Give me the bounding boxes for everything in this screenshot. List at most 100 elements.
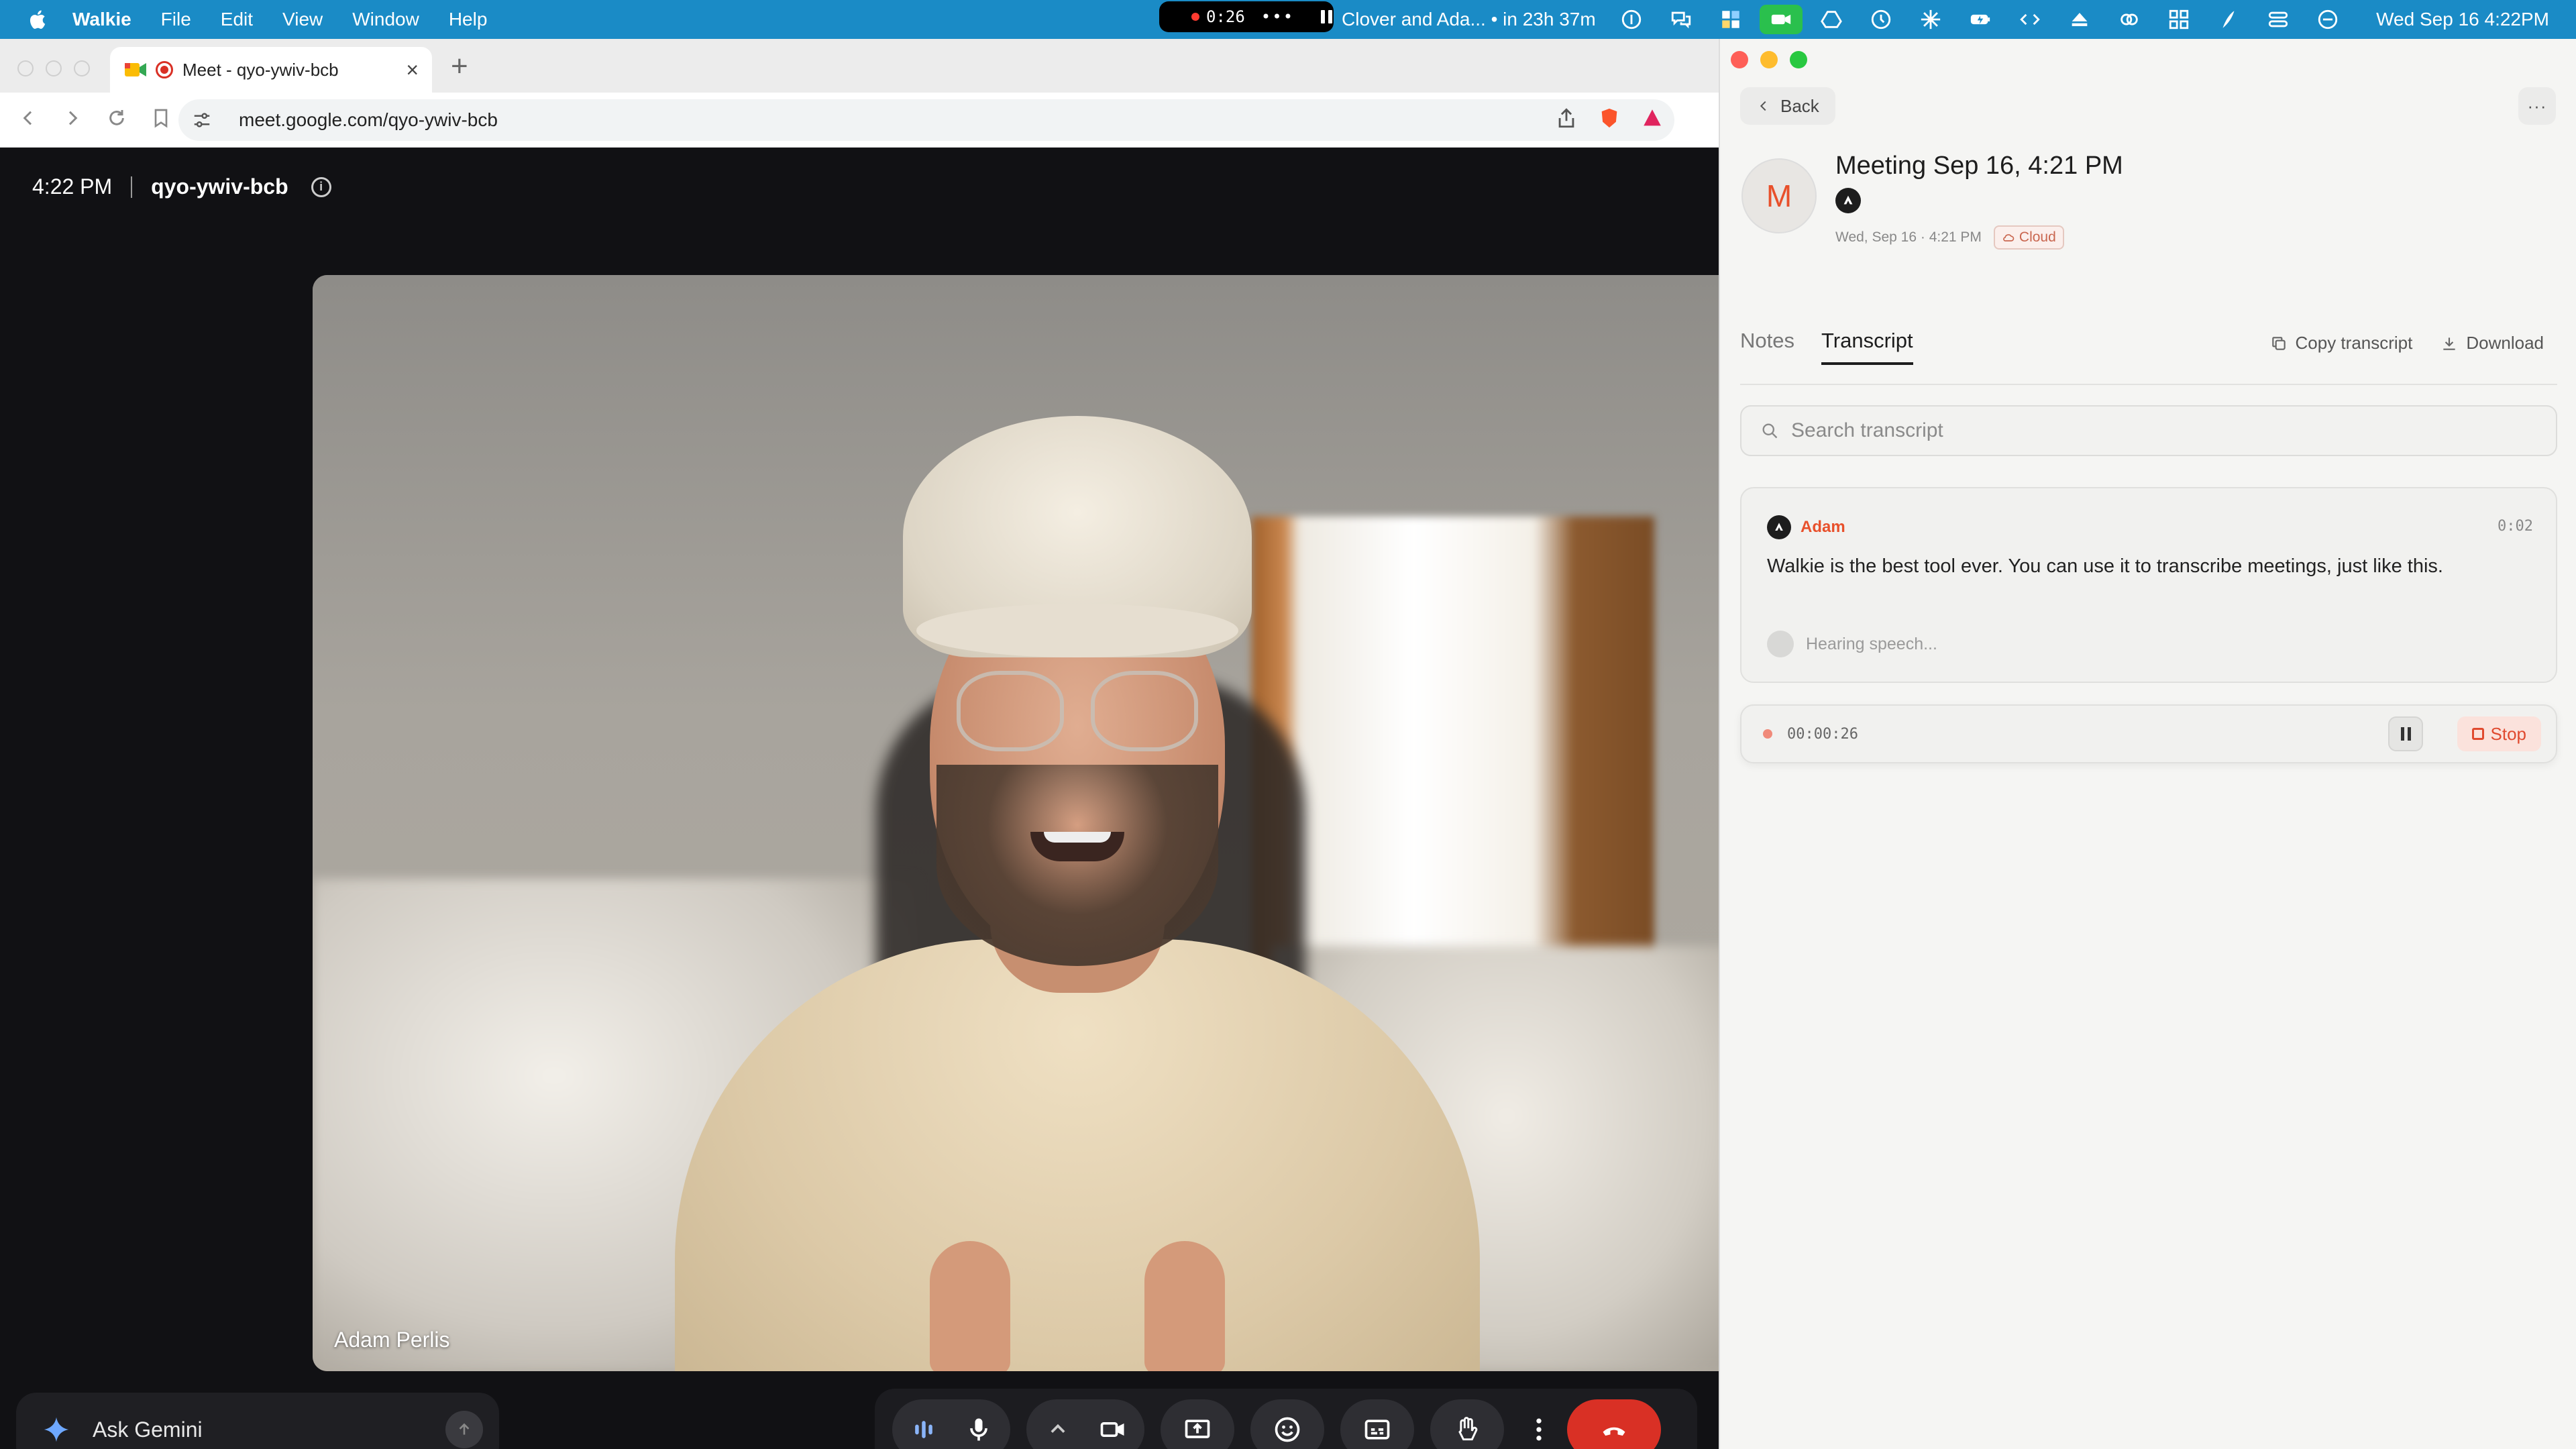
microphone-icon[interactable]	[954, 1399, 1004, 1449]
search-transcript-input[interactable]: Search transcript	[1740, 405, 2557, 456]
password-icon[interactable]	[1607, 0, 1656, 39]
hearing-status: Hearing speech...	[1767, 631, 1937, 657]
battery-icon[interactable]	[1955, 0, 2005, 39]
recording-bar: 00:00:26 Stop	[1740, 704, 2557, 763]
brave-shield-icon[interactable]	[1598, 107, 1621, 134]
ask-gemini-bar[interactable]: Ask Gemini	[16, 1393, 499, 1449]
search-placeholder: Search transcript	[1791, 419, 1943, 441]
eject-icon[interactable]	[2055, 0, 2104, 39]
browser-tab-meet[interactable]: Meet - qyo-ywiv-bcb ×	[110, 47, 432, 93]
forward-arrow-icon[interactable]	[62, 107, 83, 132]
recording-pause-icon[interactable]	[1321, 10, 1333, 23]
bookmark-icon[interactable]	[150, 107, 172, 132]
window-controls	[17, 60, 90, 76]
menu-file[interactable]: File	[161, 9, 191, 30]
recording-indicator[interactable]: 0:26 •••	[1159, 1, 1334, 32]
cloud-icon	[2002, 234, 2015, 241]
drive-icon[interactable]	[1807, 0, 1856, 39]
camera-icon[interactable]	[1088, 1399, 1138, 1449]
time-machine-icon[interactable]	[1856, 0, 1906, 39]
send-arrow-icon[interactable]	[445, 1411, 483, 1448]
site-settings-icon[interactable]	[192, 110, 212, 130]
chat-icon[interactable]	[1656, 0, 1706, 39]
app-menu[interactable]: Walkie	[72, 9, 131, 30]
entry-timestamp[interactable]: 0:02	[2498, 518, 2533, 535]
meeting-datetime: Wed, Sep 16 · 4:21 PM	[1835, 229, 1982, 245]
creative-cloud-icon[interactable]	[2104, 0, 2154, 39]
more-options-button[interactable]: ···	[2518, 87, 2556, 125]
menu-help[interactable]: Help	[449, 9, 488, 30]
pen-icon[interactable]	[2204, 0, 2253, 39]
video-controls	[1026, 1399, 1144, 1449]
header-divider	[131, 176, 133, 198]
call-controls	[875, 1389, 1697, 1449]
back-label: Back	[1780, 95, 1819, 116]
menu-edit[interactable]: Edit	[221, 9, 253, 30]
cloud-label: Cloud	[2019, 229, 2056, 245]
reload-icon[interactable]	[106, 107, 127, 132]
control-center-icon[interactable]	[2253, 0, 2303, 39]
audio-controls	[892, 1399, 1010, 1449]
panel-tabs: Notes Transcript	[1740, 329, 1913, 365]
tab-close-icon[interactable]: ×	[406, 58, 419, 83]
focus-icon[interactable]	[2303, 0, 2353, 39]
elapsed-time: 00:00:26	[1787, 725, 1858, 743]
apple-menu-icon[interactable]	[27, 8, 47, 31]
stop-icon	[2471, 728, 2484, 740]
tab-recording-icon	[156, 61, 173, 78]
tab-notes[interactable]: Notes	[1740, 329, 1794, 365]
back-arrow-icon[interactable]	[17, 107, 39, 132]
meeting-title[interactable]: Meeting Sep 16, 4:21 PM	[1835, 152, 2123, 180]
zoom-window-icon[interactable]	[74, 60, 90, 76]
copy-icon	[2271, 336, 2286, 350]
close-window-icon[interactable]	[1731, 51, 1748, 68]
close-window-icon[interactable]	[17, 60, 34, 76]
participant-video[interactable]: Adam Perlis	[313, 275, 1741, 1371]
meeting-code: qyo-ywiv-bcb	[151, 174, 288, 199]
download-label: Download	[2466, 333, 2544, 353]
participant-name: Adam Perlis	[334, 1328, 450, 1352]
recording-dot-icon	[1763, 729, 1772, 739]
meeting-meta: Wed, Sep 16 · 4:21 PM Cloud	[1835, 225, 2064, 250]
brave-rewards-icon[interactable]	[1641, 107, 1664, 134]
url-field[interactable]: meet.google.com/qyo-ywiv-bcb	[178, 99, 1674, 141]
transcript-actions: Copy transcript Download	[2270, 333, 2544, 354]
calendar-event[interactable]: Clover and Ada... • in 23h 37m	[1342, 9, 1596, 30]
menubar-clock[interactable]: Wed Sep 16 4:22PM	[2376, 9, 2549, 30]
minimize-window-icon[interactable]	[1760, 51, 1778, 68]
tab-title: Meet - qyo-ywiv-bcb	[182, 59, 339, 80]
sparkle-icon[interactable]	[1906, 0, 1955, 39]
recording-more-icon[interactable]: •••	[1261, 7, 1294, 26]
back-button[interactable]: Back	[1740, 87, 1835, 125]
code-icon[interactable]	[2005, 0, 2055, 39]
extensions-icon[interactable]	[2154, 0, 2204, 39]
meeting-info-icon[interactable]: i	[311, 176, 331, 197]
chevron-left-icon	[1760, 101, 1766, 111]
emoji-reaction-icon[interactable]	[1250, 1399, 1324, 1449]
speaker: Adam	[1767, 515, 1845, 539]
end-call-icon[interactable]	[1567, 1399, 1661, 1449]
raise-hand-icon[interactable]	[1430, 1399, 1504, 1449]
zoom-window-icon[interactable]	[1790, 51, 1807, 68]
pause-button[interactable]	[2388, 716, 2423, 751]
speaker-name: Adam	[1801, 518, 1845, 536]
tab-transcript[interactable]: Transcript	[1821, 329, 1913, 365]
video-camera-icon[interactable]	[1760, 5, 1803, 34]
share-icon[interactable]	[1555, 107, 1578, 134]
more-options-icon[interactable]	[1520, 1399, 1558, 1449]
audio-level-icon[interactable]	[899, 1399, 949, 1449]
stop-button[interactable]: Stop	[2457, 716, 2541, 751]
menu-view[interactable]: View	[282, 9, 323, 30]
participant-badge-icon	[1835, 188, 1861, 213]
menu-window[interactable]: Window	[352, 9, 419, 30]
chevron-up-icon[interactable]	[1033, 1399, 1083, 1449]
captions-icon[interactable]	[1340, 1399, 1414, 1449]
download-button[interactable]: Download	[2440, 333, 2544, 354]
status-icons	[1607, 0, 2353, 39]
present-screen-icon[interactable]	[1161, 1399, 1234, 1449]
copy-transcript-button[interactable]: Copy transcript	[2270, 333, 2412, 354]
app-grid-icon[interactable]	[1706, 0, 1756, 39]
minimize-window-icon[interactable]	[46, 60, 62, 76]
new-tab-button[interactable]: +	[451, 50, 468, 83]
hearing-label: Hearing speech...	[1806, 634, 1937, 653]
